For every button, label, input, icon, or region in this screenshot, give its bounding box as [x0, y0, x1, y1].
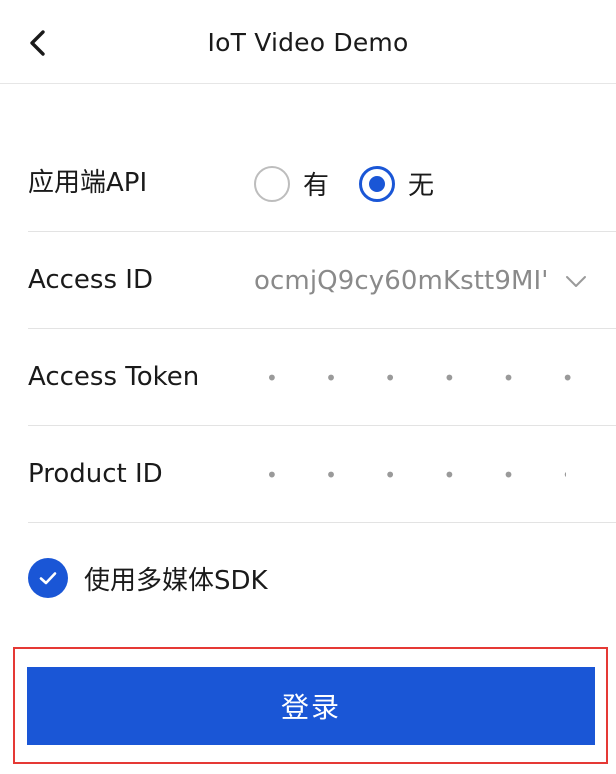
product-id-masked-value: • • • • • • • • • • • — [266, 462, 566, 487]
login-button[interactable]: 登录 — [27, 667, 595, 745]
login-page: IoT Video Demo 应用端API 有 无 Access ID 'ocm… — [0, 0, 616, 774]
access-token-input[interactable]: • • • • • • • • • • • — [266, 329, 616, 426]
access-token-label: Access Token — [28, 362, 200, 392]
app-api-option-no[interactable]: 无 — [359, 165, 434, 202]
access-id-row: Access ID 'ocmjQ9cy60mKstt9MI — [28, 232, 616, 329]
access-id-value: 'ocmjQ9cy60mKstt9MI — [254, 265, 549, 296]
app-api-option-yes[interactable]: 有 — [254, 165, 329, 202]
app-api-label: 应用端API — [28, 168, 148, 198]
multimedia-sdk-label: 使用多媒体SDK — [84, 565, 268, 596]
access-id-select[interactable]: 'ocmjQ9cy60mKstt9MI — [254, 232, 616, 329]
app-api-option-yes-label: 有 — [303, 171, 330, 201]
radio-checked-icon[interactable] — [359, 165, 396, 202]
product-id-input[interactable]: • • • • • • • • • • • — [266, 426, 566, 523]
chevron-down-icon[interactable] — [564, 269, 588, 293]
access-token-masked-value: • • • • • • • • • • • — [266, 365, 616, 390]
app-api-option-no-label: 无 — [408, 171, 435, 201]
page-title: IoT Video Demo — [207, 28, 409, 57]
app-api-radio-group: 有 无 — [254, 135, 464, 232]
nav-header: IoT Video Demo — [0, 0, 616, 84]
app-api-row: 应用端API 有 无 — [28, 135, 616, 232]
multimedia-sdk-checkbox[interactable]: 使用多媒体SDK — [28, 543, 268, 613]
checkmark-icon — [39, 572, 57, 585]
product-id-row: Product ID • • • • • • • • • • • — [28, 426, 616, 523]
radio-unchecked-icon[interactable] — [254, 165, 290, 202]
checkbox-checked-icon[interactable] — [28, 558, 68, 598]
access-token-row: Access Token • • • • • • • • • • • — [28, 329, 616, 426]
access-id-label: Access ID — [28, 265, 153, 295]
product-id-label: Product ID — [28, 459, 163, 489]
